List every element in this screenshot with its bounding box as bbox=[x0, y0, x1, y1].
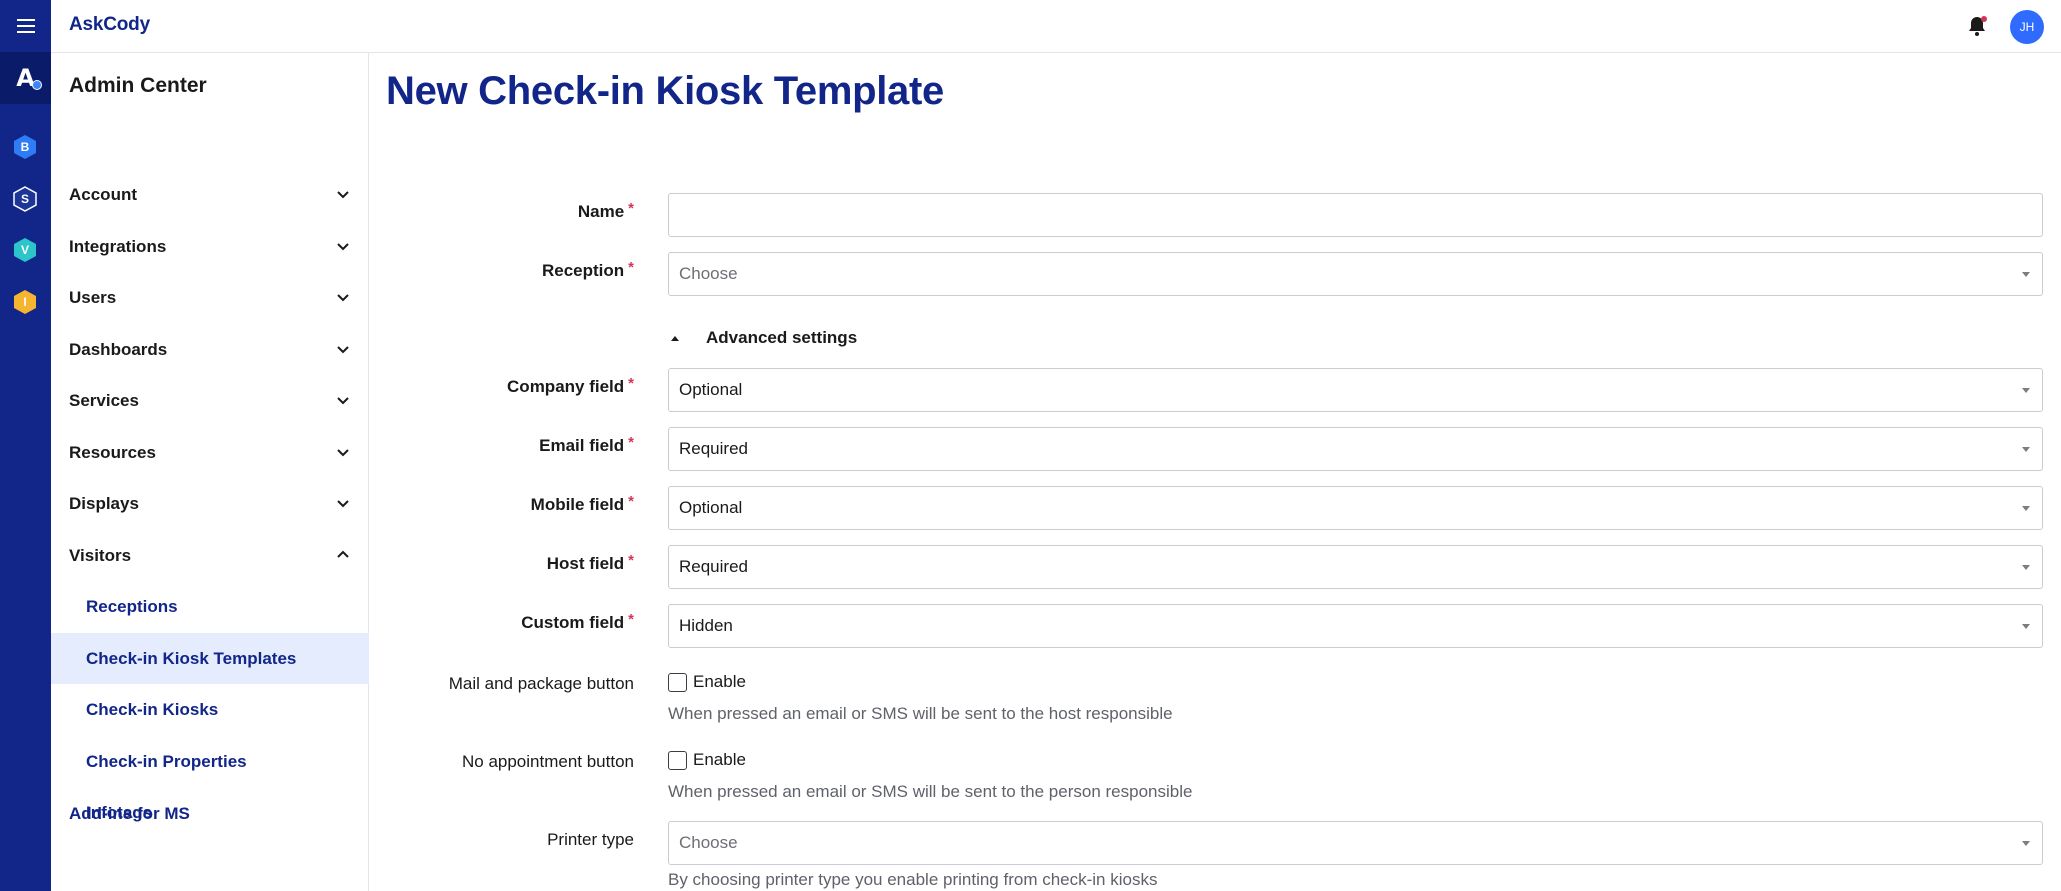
sidebar-item-resources[interactable]: Resources bbox=[51, 427, 369, 478]
sidebar-subitem-check-in-properties[interactable]: Check-in Properties bbox=[51, 736, 369, 787]
printer-type-label: Printer type bbox=[547, 830, 634, 849]
notification-bell-icon[interactable] bbox=[1965, 14, 1989, 38]
main-content: New Check-in Kiosk Template Name * Recept… bbox=[369, 53, 2061, 891]
reception-select[interactable]: Choose bbox=[668, 252, 2043, 296]
email-field-select[interactable]: Required bbox=[668, 427, 2043, 471]
sidebar-item-visitors[interactable]: Visitors bbox=[51, 530, 369, 581]
admin-center-app-icon[interactable]: A bbox=[0, 52, 51, 104]
dropdown-caret-icon bbox=[2022, 565, 2030, 570]
company-field-label: Company field * bbox=[507, 375, 634, 396]
app-v-icon[interactable]: V bbox=[12, 237, 38, 263]
name-input[interactable] bbox=[668, 193, 2043, 237]
chevron-down-icon bbox=[337, 243, 349, 251]
sidebar-item-displays[interactable]: Displays bbox=[51, 478, 369, 529]
sidebar-item-account[interactable]: Account bbox=[51, 169, 369, 220]
chevron-down-icon bbox=[337, 191, 349, 199]
sidebar-item-services[interactable]: Services bbox=[51, 375, 369, 426]
dropdown-caret-icon bbox=[2022, 841, 2030, 846]
reception-label: Reception * bbox=[541, 259, 634, 280]
app-b-icon[interactable]: B bbox=[12, 134, 38, 160]
chevron-up-icon bbox=[337, 550, 349, 558]
printer-type-hint: By choosing printer type you enable prin… bbox=[668, 870, 1158, 889]
mail-package-checkbox[interactable] bbox=[668, 672, 687, 692]
company-field-select[interactable]: Optional bbox=[668, 368, 2043, 412]
sidebar-item-dashboards[interactable]: Dashboards bbox=[51, 324, 369, 375]
no-appointment-hint: When pressed an email or SMS will be sen… bbox=[668, 782, 1193, 801]
app-i-icon[interactable]: I bbox=[12, 289, 38, 315]
mail-package-enable[interactable]: Enable bbox=[668, 672, 746, 692]
dropdown-caret-icon bbox=[2022, 506, 2030, 511]
menu-icon[interactable] bbox=[0, 0, 51, 52]
sidebar-item-integrations[interactable]: Integrations bbox=[51, 221, 369, 272]
custom-field-select[interactable]: Hidden bbox=[668, 604, 2043, 648]
mobile-field-label: Mobile field * bbox=[530, 493, 634, 514]
app-rail: A B S V I bbox=[0, 0, 51, 891]
dropdown-caret-icon bbox=[2022, 447, 2030, 452]
admin-sidebar: Admin Center Account Integrations Users … bbox=[51, 53, 369, 891]
app-s-icon[interactable]: S bbox=[12, 186, 38, 212]
host-field-label: Host field * bbox=[546, 552, 634, 573]
dropdown-caret-icon bbox=[2022, 624, 2030, 629]
no-appointment-button-label: No appointment button bbox=[461, 752, 634, 771]
no-appointment-enable[interactable]: Enable bbox=[668, 750, 746, 770]
no-appointment-checkbox[interactable] bbox=[668, 750, 687, 770]
caret-up-icon bbox=[671, 335, 679, 341]
mail-package-button-label: Mail and package button bbox=[448, 674, 634, 693]
top-bar: AskCody JH bbox=[51, 0, 2061, 53]
advanced-settings-toggle[interactable]: Advanced settings bbox=[668, 328, 857, 348]
custom-field-label: Custom field * bbox=[521, 611, 634, 632]
page-title: New Check-in Kiosk Template bbox=[386, 69, 944, 113]
sidebar-item-add-ins[interactable]: Add-ins for MS bbox=[69, 804, 190, 824]
printer-type-select[interactable]: Choose bbox=[668, 821, 2043, 865]
sidebar-subitem-receptions[interactable]: Receptions bbox=[51, 581, 369, 632]
mail-package-hint: When pressed an email or SMS will be sen… bbox=[668, 704, 1173, 723]
chevron-down-icon bbox=[337, 397, 349, 405]
sidebar-subitem-check-in-kiosk-templates[interactable]: Check-in Kiosk Templates bbox=[51, 633, 369, 684]
dropdown-caret-icon bbox=[2022, 388, 2030, 393]
chevron-down-icon bbox=[337, 346, 349, 354]
name-label: Name * bbox=[577, 200, 634, 221]
email-field-label: Email field * bbox=[539, 434, 634, 455]
sidebar-title: Admin Center bbox=[69, 74, 207, 97]
brand-logo[interactable]: AskCody bbox=[69, 14, 150, 36]
sidebar-item-users[interactable]: Users bbox=[51, 272, 369, 323]
mobile-field-select[interactable]: Optional bbox=[668, 486, 2043, 530]
sidebar-subitem-check-in-kiosks[interactable]: Check-in Kiosks bbox=[51, 684, 369, 735]
chevron-down-icon bbox=[337, 449, 349, 457]
user-avatar[interactable]: JH bbox=[2010, 10, 2044, 44]
host-field-select[interactable]: Required bbox=[668, 545, 2043, 589]
chevron-down-icon bbox=[337, 500, 349, 508]
dropdown-caret-icon bbox=[2022, 272, 2030, 277]
chevron-down-icon bbox=[337, 294, 349, 302]
